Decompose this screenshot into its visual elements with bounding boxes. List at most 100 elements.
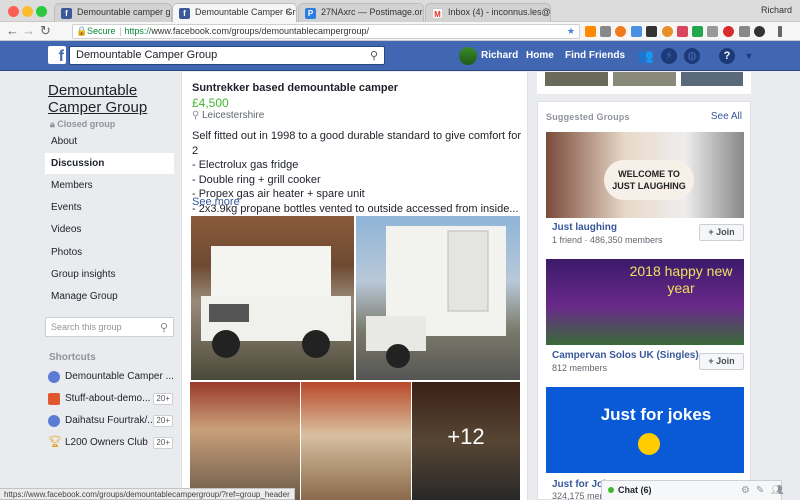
extension-shield-icon[interactable] [739,26,750,37]
forward-arrow-icon[interactable]: → [22,24,35,38]
shortcut-item[interactable]: Stuff-about-demo... 20+ [48,391,173,407]
post-body-line: - Double ring + grill cooker [192,173,321,186]
chat-label: Chat (6) [618,485,652,495]
group-icon [48,371,60,383]
profile-link[interactable]: Richard [481,50,518,61]
sidebar-item-members[interactable]: Members [45,175,174,196]
tab-label: Inbox (4) - inconnus.les@gmail... [448,7,551,17]
group-name-link[interactable]: Just laughing [552,222,617,233]
group-cover-image[interactable]: Just for jokes [546,387,744,473]
extension-blue-icon[interactable] [631,26,642,37]
close-window-button[interactable] [8,6,19,17]
home-link[interactable]: Home [526,50,554,61]
sidebar-item-photos[interactable]: Photos [45,242,174,263]
shortcut-item[interactable]: 🏆︎ L200 Owners Club 20+ [48,435,173,451]
post-photo-truck-rear[interactable] [356,216,520,380]
bookmark-star-icon[interactable]: ★ [567,25,575,38]
facebook-favicon-icon: f [61,8,72,19]
chat-bar[interactable]: Chat (6) [601,480,782,500]
camper-truck-illustration [201,246,351,358]
group-cover-image[interactable]: WELCOME TO JUST LAUGHING [546,132,744,218]
post-body-line: - 2x3.9kg propane bottles vented to outs… [192,202,519,215]
notification-count-badge: 20+ [153,393,173,405]
avatar[interactable] [459,47,477,65]
quick-help-icon[interactable]: ? [719,48,735,64]
see-all-link[interactable]: See All [711,111,742,122]
group-photos-strip [537,72,751,94]
browser-profile-name[interactable]: Richard [761,5,792,15]
chrome-menu-icon[interactable] [778,26,782,37]
group-name-link[interactable]: Campervan Solos UK (Singles) [552,350,699,361]
minimize-window-button[interactable] [22,6,33,17]
browser-tab-3[interactable]: P 27NAxrc — Postimage.org [298,3,424,22]
group-cover-image[interactable]: 2018 happy new year [546,259,744,345]
sidebar-item-videos[interactable]: Videos [45,219,174,240]
tab-label: Demountable Camper Group [195,7,296,17]
group-icon [48,415,60,427]
extension-pocket-icon[interactable] [677,26,688,37]
group-privacy-label: 🔒︎ Closed group [50,119,115,130]
extension-orange2-icon[interactable] [662,26,673,37]
group-photo-thumb[interactable] [681,72,743,86]
shortcuts-heading: Shortcuts [49,352,96,363]
extension-fire-icon[interactable] [585,26,596,37]
close-tab-icon[interactable]: × [285,7,291,18]
shortcut-item[interactable]: Daihatsu Fourtrak/... 20+ [48,413,173,429]
post-photo-truck-front[interactable] [191,216,354,380]
extension-green-icon[interactable] [692,26,703,37]
location-pin-icon: ⚲ [192,110,200,121]
post-photo-interior-2[interactable] [301,382,411,500]
url-path: www.facebook.com/groups/demountablecampe… [151,26,370,36]
join-group-button[interactable]: + Join [699,224,744,241]
account-menu-chevron-down-icon[interactable]: ▼ [741,48,757,64]
extension-n-icon[interactable] [646,26,657,37]
reload-icon[interactable]: ↻ [40,24,51,38]
see-more-link[interactable]: See more [192,196,240,208]
post-title[interactable]: Suntrekker based demountable camper [192,82,398,94]
facebook-search-input[interactable]: Demountable Camper Group ⚲ [69,46,385,65]
messenger-icon[interactable]: ⚡ [661,48,677,64]
shortcut-label: Demountable Camper ... [65,371,174,382]
join-group-button[interactable]: + Join [699,353,744,370]
extension-orange-icon[interactable] [615,26,626,37]
postimage-favicon-icon: P [305,8,316,19]
friend-requests-icon[interactable]: 👥 [637,48,655,64]
online-status-icon [608,487,614,493]
extension-gray-icon[interactable] [600,26,611,37]
extension-red-icon[interactable] [723,26,734,37]
post-photo-interior-1[interactable] [190,382,300,500]
group-photo-thumb[interactable] [613,72,676,86]
search-icon[interactable]: ⚲ [370,48,378,65]
location-text: Leicestershire [202,110,265,121]
back-arrow-icon[interactable]: ← [6,24,19,38]
browser-tab-2[interactable]: f Demountable Camper Group × [172,3,297,22]
maximize-window-button[interactable] [36,6,47,17]
compose-icon[interactable]: ✎ [756,485,764,496]
sidebar-item-discussion[interactable]: Discussion [45,153,174,174]
group-photo-thumb[interactable] [545,72,608,86]
sidebar-item-manage-group[interactable]: Manage Group [45,286,174,307]
browser-tab-4[interactable]: M Inbox (4) - inconnus.les@gmail... [425,3,551,22]
group-title[interactable]: Demountable Camper Group [48,82,158,116]
gear-icon[interactable]: ⚙ [741,485,750,496]
sidebar-item-events[interactable]: Events [45,197,174,218]
search-icon[interactable]: ⚲ [160,319,168,337]
find-friends-link[interactable]: Find Friends [565,50,625,61]
extension-dark-icon[interactable] [754,26,765,37]
join-label: Join [716,356,735,366]
more-photos-overlay[interactable]: +12 [412,382,520,500]
group-chat-icon[interactable]: 👥︎ [771,485,784,496]
gmail-favicon-icon: M [432,8,443,19]
facebook-logo-icon[interactable]: f [48,46,66,65]
lock-icon: 🔒 [76,26,88,36]
sidebar-item-about[interactable]: About [45,131,174,152]
notifications-globe-icon[interactable]: ◍ [684,48,700,64]
post-price: £4,500 [192,96,229,110]
browser-tab-1[interactable]: f Demountable camper group • ... [54,3,172,22]
extension-gray2-icon[interactable] [707,26,718,37]
post-body: Self fitted out in 1998 to a good durabl… [192,129,522,216]
address-bar[interactable]: 🔒 Secure | https://www.facebook.com/group… [72,24,580,39]
sidebar-item-group-insights[interactable]: Group insights [45,264,174,285]
shortcut-item[interactable]: Demountable Camper ... [48,369,174,385]
group-search-input[interactable]: Search this group ⚲ [45,317,174,337]
